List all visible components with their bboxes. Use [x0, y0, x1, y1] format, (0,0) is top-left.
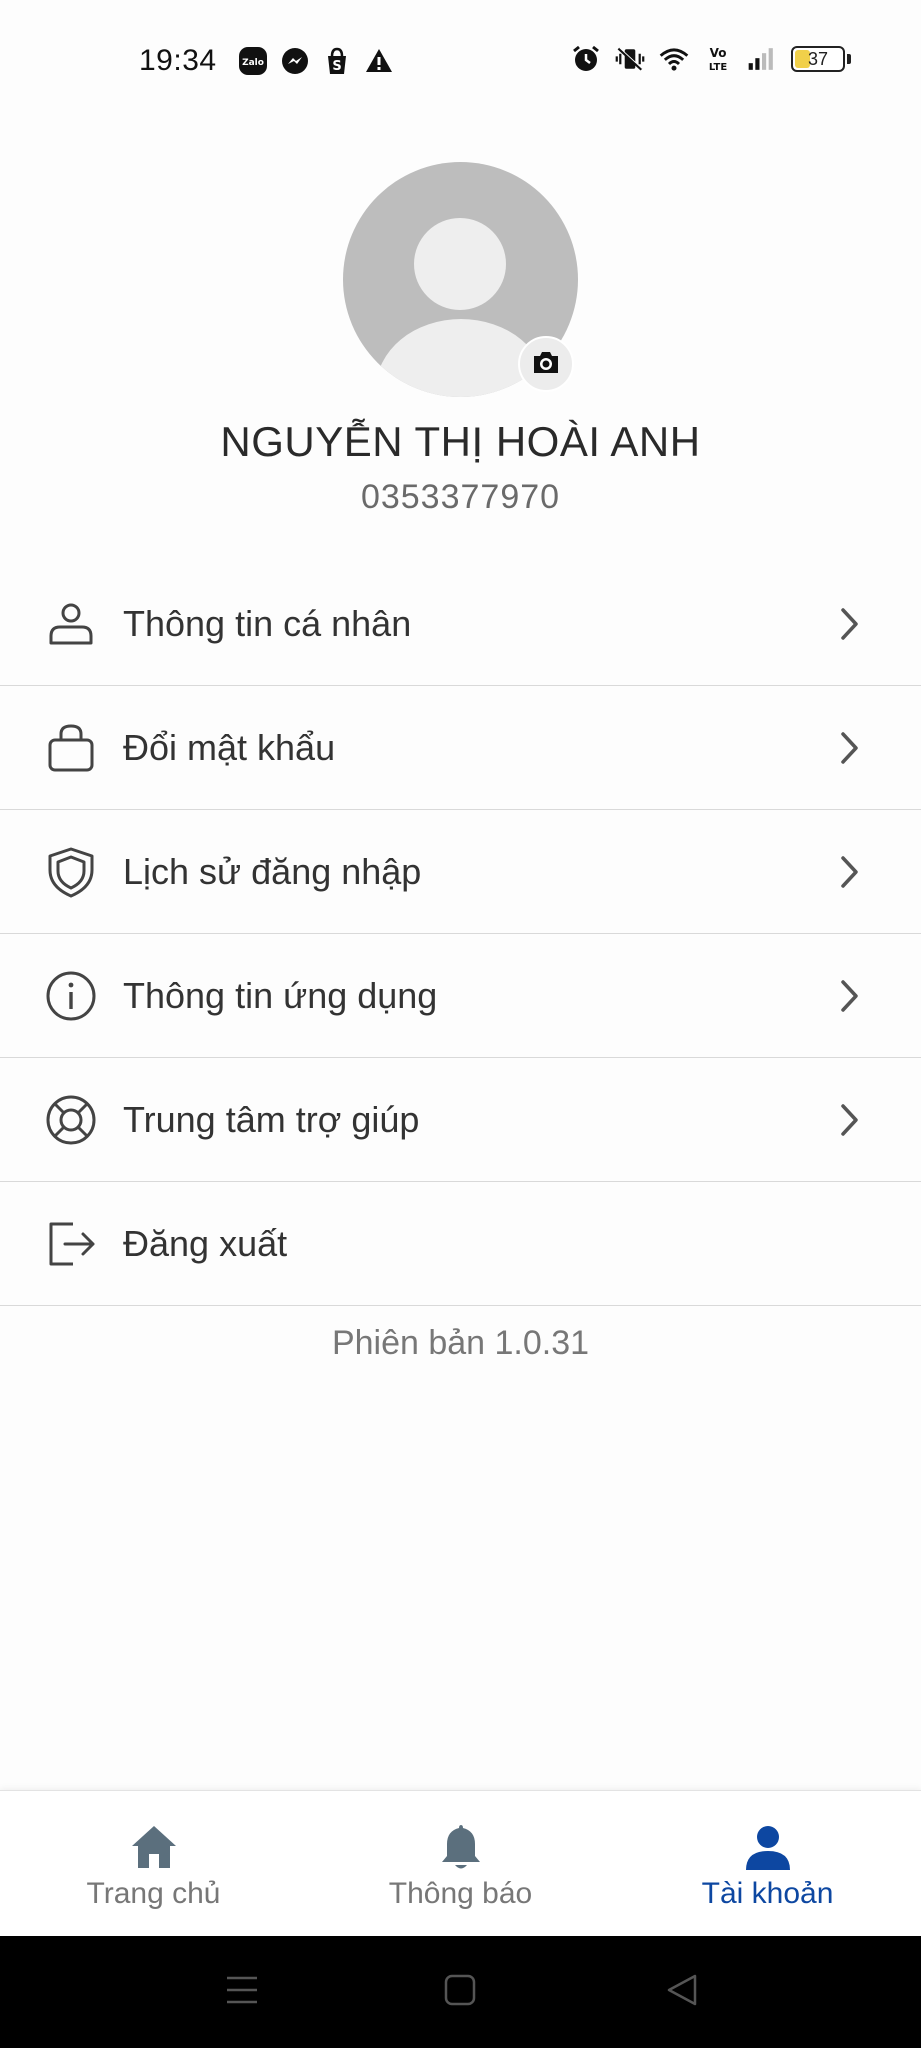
chevron-right-icon [835, 728, 865, 768]
bell-icon [435, 1821, 487, 1873]
wifi-icon [659, 44, 689, 74]
menu-lines-icon [225, 1974, 259, 2011]
menu-label: Lịch sử đăng nhập [123, 850, 422, 892]
volte-top-text: Vo [710, 46, 727, 60]
user-icon [42, 595, 100, 653]
tab-notifications[interactable]: Thông báo [307, 1791, 614, 1937]
menu-label: Thông tin ứng dụng [123, 974, 438, 1016]
recent-apps-button[interactable] [212, 1964, 272, 2020]
volte-bottom-text: LTE [709, 62, 728, 73]
status-notification-icons: Zalo S [238, 46, 394, 76]
tab-home[interactable]: Trang chủ [0, 1791, 307, 1937]
info-icon [42, 967, 100, 1025]
tab-account[interactable]: Tài khoản [614, 1791, 921, 1937]
logout-icon [42, 1215, 100, 1273]
vibrate-off-icon [615, 44, 645, 74]
status-system-icons: Vo LTE 37 [571, 44, 851, 74]
account-menu: Thông tin cá nhân Đổi mật khẩu Lịch sử đ… [0, 562, 921, 1306]
svg-text:S: S [332, 59, 341, 74]
back-triangle-icon [665, 1973, 699, 2012]
menu-item-login-history[interactable]: Lịch sử đăng nhập [0, 810, 921, 934]
zalo-icon: Zalo [238, 46, 268, 76]
status-time: 19:34 [139, 44, 217, 77]
messenger-icon [280, 46, 310, 76]
tab-label: Tài khoản [701, 1877, 834, 1910]
system-navigation-bar [0, 1936, 921, 2048]
zalo-text: Zalo [242, 58, 264, 68]
profile-phone: 0353377970 [360, 478, 561, 516]
menu-item-logout[interactable]: Đăng xuất [0, 1182, 921, 1306]
chevron-right-icon [835, 1100, 865, 1140]
chevron-right-icon [835, 852, 865, 892]
chevron-right-icon [835, 976, 865, 1016]
tab-label: Thông báo [388, 1877, 533, 1910]
battery-level: 37 [807, 48, 829, 69]
lifebuoy-icon [42, 1091, 100, 1149]
menu-item-change-password[interactable]: Đổi mật khẩu [0, 686, 921, 810]
menu-label: Đổi mật khẩu [123, 726, 336, 768]
menu-label: Trung tâm trợ giúp [123, 1098, 420, 1140]
back-system-button[interactable] [652, 1964, 712, 2020]
shopee-icon: S [322, 46, 352, 76]
home-system-button[interactable] [430, 1964, 490, 2020]
lock-icon [42, 719, 100, 777]
bottom-navigation: Trang chủ Thông báo Tài khoản [0, 1790, 921, 1936]
account-icon [742, 1821, 794, 1873]
menu-label: Thông tin cá nhân [123, 602, 412, 644]
signal-icon [747, 44, 777, 74]
menu-item-personal-info[interactable]: Thông tin cá nhân [0, 562, 921, 686]
volte-icon: Vo LTE [703, 44, 733, 74]
menu-item-help-center[interactable]: Trung tâm trợ giúp [0, 1058, 921, 1182]
profile-name: NGUYỄN THỊ HOÀI ANH [220, 418, 701, 465]
warning-icon [364, 46, 394, 76]
battery-icon: 37 [791, 46, 851, 72]
square-icon [443, 1973, 477, 2012]
change-photo-button[interactable] [518, 336, 574, 392]
app-version: Phiên bản 1.0.31 [331, 1324, 590, 1362]
home-icon [128, 1821, 180, 1873]
status-bar: 19:34 Zalo S Vo LTE 37 [0, 0, 921, 124]
alarm-icon [571, 44, 601, 74]
avatar-head-shape [414, 218, 506, 310]
chevron-right-icon [835, 604, 865, 644]
menu-item-app-info[interactable]: Thông tin ứng dụng [0, 934, 921, 1058]
shield-icon [42, 843, 100, 901]
camera-icon [531, 349, 561, 380]
tab-label: Trang chủ [86, 1877, 221, 1910]
menu-label: Đăng xuất [123, 1222, 288, 1264]
